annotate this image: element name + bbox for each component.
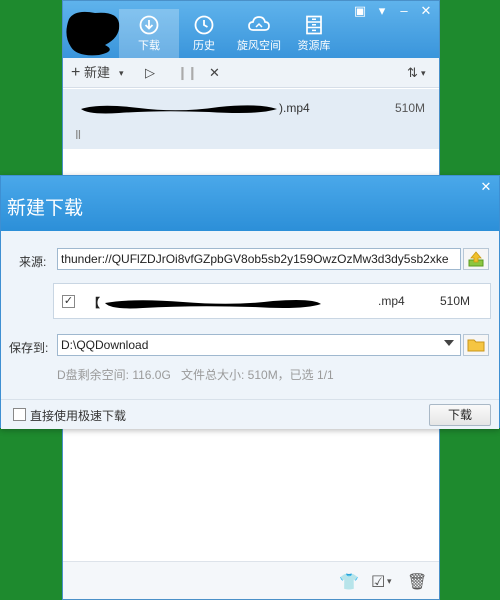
chevron-down-icon[interactable] [444, 340, 454, 346]
tab-history-label: 历史 [193, 40, 215, 52]
redacted-filename [81, 105, 277, 114]
tshirt-skin-icon[interactable]: 👕 [339, 572, 359, 592]
tab-history[interactable]: 历史 [174, 9, 234, 58]
app-header: 下载 历史 旋风空间 资源库 ▣ ▾ – ✕ [63, 1, 439, 58]
browse-folder-button[interactable] [463, 334, 489, 356]
dialog-footer: 直接使用极速下载 下载 [1, 399, 499, 429]
user-avatar[interactable] [65, 7, 121, 57]
dialog-title-bar: 新建下载 ✕ [1, 176, 499, 231]
upload-arrow-icon [468, 251, 484, 267]
new-task-button[interactable]: + 新建 [71, 64, 110, 82]
file-size: 510M [440, 294, 471, 308]
new-download-dialog: 新建下载 ✕ 来源: thunder://QUFlZDJrOi8vfGZpbGV… [0, 175, 500, 429]
bottom-bar: 👕 ☑ ▾ 🗑 [63, 561, 439, 599]
file-checkbox[interactable]: ✓ [62, 295, 75, 308]
task-name: ).mp4 [79, 101, 310, 115]
tab-cloud-space[interactable]: 旋风空间 [229, 9, 289, 58]
plus-icon: + [71, 64, 81, 81]
redacted-filename [105, 299, 322, 309]
sort-icon[interactable]: ⇅ [407, 64, 418, 82]
disk-space-info: D盘剩余空间: 116.0G [57, 368, 171, 382]
file-extension: .mp4 [378, 294, 405, 308]
file-name: 【 [88, 294, 323, 311]
start-icon[interactable]: ▷ [145, 64, 155, 82]
dialog-title: 新建下载 [7, 198, 84, 219]
tab-resource-library[interactable]: 资源库 [284, 9, 344, 58]
select-dropdown-icon[interactable]: ▾ [387, 576, 392, 587]
folder-icon [467, 339, 485, 352]
new-task-dropdown-icon[interactable]: ▾ [119, 64, 124, 82]
download-task-row[interactable]: ).mp4 510M II [63, 89, 439, 149]
tab-download[interactable]: 下载 [119, 9, 179, 58]
save-path-value: D:\QQDownload [61, 338, 149, 352]
tab-resource-library-label: 资源库 [297, 40, 331, 52]
cloud-icon [248, 16, 270, 31]
tab-download-label: 下载 [138, 40, 160, 52]
source-url-input[interactable]: thunder://QUFlZDJrOi8vfGZpbGV8ob5sb2y159… [57, 248, 461, 270]
save-path-select[interactable]: D:\QQDownload [57, 334, 461, 356]
toolbar: + 新建 ▾ ▷ ❙❙ ✕ ⇅ ▾ [63, 58, 439, 88]
cabinet-icon [306, 15, 322, 35]
close-icon[interactable]: ✕ [415, 1, 437, 21]
select-check-icon[interactable]: ☑ [371, 572, 385, 592]
download-button[interactable]: 下载 [429, 404, 491, 426]
menu-icon[interactable]: ▾ [371, 1, 393, 21]
source-label: 来源: [19, 255, 47, 269]
delete-icon[interactable]: ✕ [209, 64, 220, 82]
task-size: 510M [394, 101, 425, 115]
dialog-close-icon[interactable]: ✕ [477, 179, 495, 195]
sort-dropdown-icon[interactable]: ▾ [421, 64, 426, 82]
fast-download-checkbox[interactable] [13, 408, 26, 421]
total-size-info: 文件总大小: 510M，已选 1/1 [181, 368, 334, 382]
parse-link-button[interactable] [463, 248, 489, 270]
minimize-icon[interactable]: – [393, 1, 415, 21]
task-pause-icon[interactable]: II [75, 127, 81, 142]
new-task-label: 新建 [83, 65, 110, 80]
history-clock-icon [194, 15, 214, 35]
save-to-label: 保存到: [9, 341, 49, 355]
skin-icon[interactable]: ▣ [349, 1, 371, 21]
tab-cloud-space-label: 旋风空间 [237, 40, 281, 52]
download-circle-icon [139, 15, 159, 35]
window-controls: ▣ ▾ – ✕ [349, 1, 437, 21]
trash-icon[interactable]: 🗑 [407, 572, 427, 592]
pause-icon[interactable]: ❙❙ [177, 64, 198, 82]
file-list: ✓ 【 .mp4 510M [53, 283, 491, 319]
fast-download-label[interactable]: 直接使用极速下载 [30, 407, 126, 424]
